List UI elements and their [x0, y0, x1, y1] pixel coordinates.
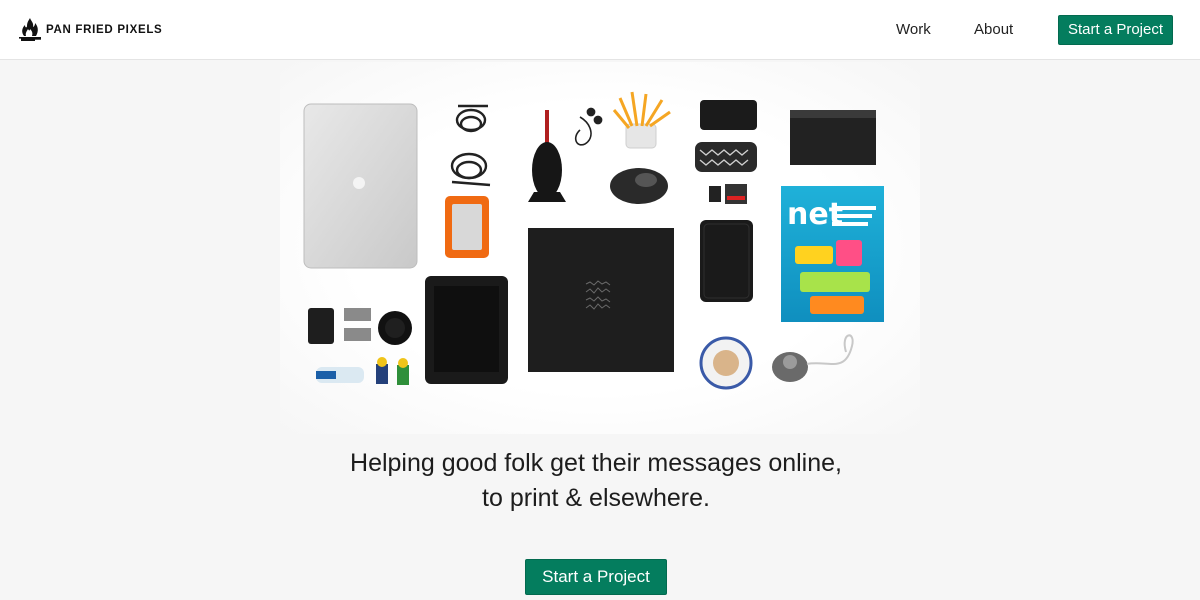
air-blower-object [528, 110, 566, 202]
hero-start-project-button[interactable]: Start a Project [525, 559, 667, 595]
coffee-saucer-object [699, 336, 753, 390]
tablet-object [425, 276, 508, 384]
desktop-drive-object [790, 110, 876, 165]
camera-accessories-object [308, 308, 412, 345]
phone-object [700, 100, 757, 130]
laptop-object [303, 103, 418, 269]
tagline-line-1: Helping good folk get their messages onl… [350, 449, 842, 477]
brand-logo-link[interactable]: PAN FRIED PIXELS [18, 16, 162, 44]
mouse-object [610, 168, 668, 204]
small-items-object [316, 357, 409, 385]
brand-name: PAN FRIED PIXELS [46, 24, 163, 36]
memory-cards-object [709, 184, 747, 204]
earphones-object [574, 107, 603, 146]
portable-drive-object [700, 220, 753, 302]
flame-pan-icon [19, 18, 41, 41]
cable-objects [450, 104, 491, 187]
vinyl-record-object [528, 228, 674, 372]
hero-flatlay-image: net [303, 91, 884, 390]
hero-tagline: Helping good folk get their messages onl… [296, 446, 896, 516]
nav-work-link[interactable]: Work [896, 21, 931, 38]
rugged-drive-object [445, 196, 489, 258]
tagline-line-2: to print & elsewhere. [482, 484, 710, 512]
header-start-project-button[interactable]: Start a Project [1058, 15, 1173, 45]
nav-about-link[interactable]: About [974, 21, 1013, 38]
pencil-cup-object [612, 91, 671, 149]
net-magazine-object: net [781, 186, 884, 322]
site-header: PAN FRIED PIXELS Work About Start a Proj… [0, 0, 1200, 60]
wired-mouse-object [772, 334, 854, 382]
pouch-object [695, 142, 757, 172]
